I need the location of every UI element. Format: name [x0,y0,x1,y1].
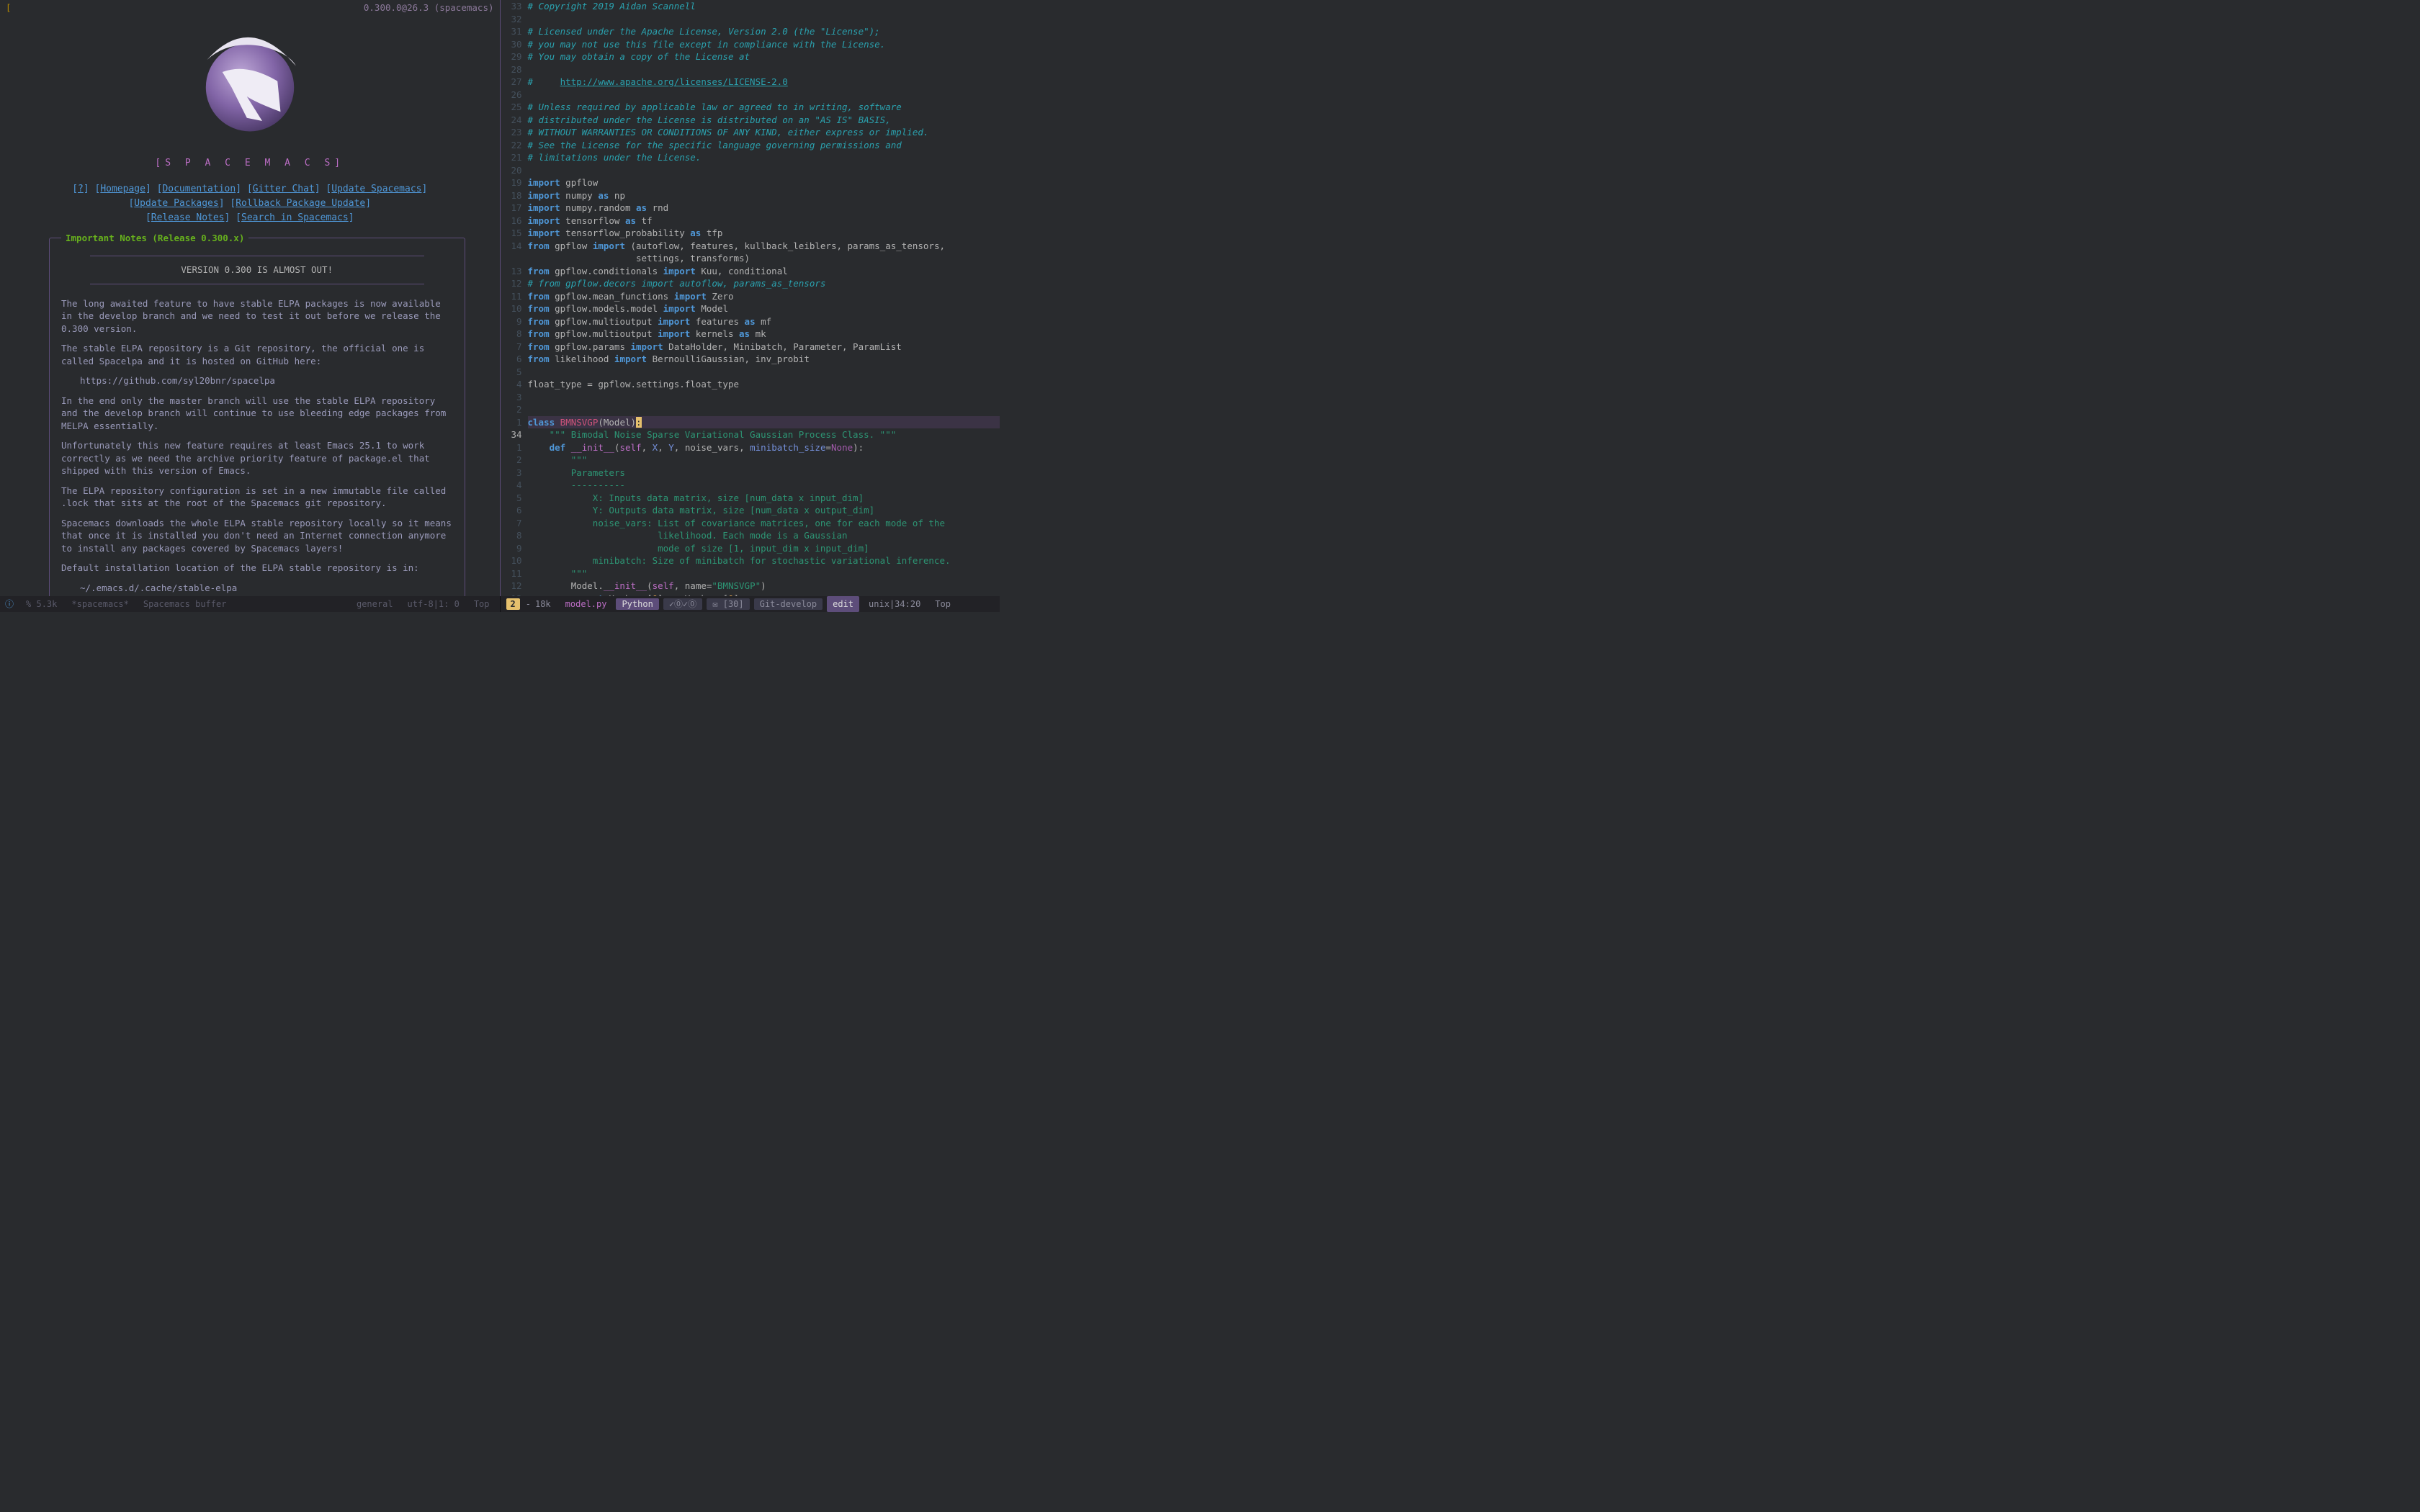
mail-badge[interactable]: ✉ [30] [707,598,749,611]
link-gitter[interactable]: Gitter Chat [253,184,315,194]
file-size: 18k [534,596,558,612]
link-homepage[interactable]: Homepage [100,184,145,194]
notes-p: The long awaited feature to have stable … [61,297,453,336]
link-search[interactable]: Search in Spacemacs [241,212,349,223]
modeline-left[interactable]: ⓘ % 5.3k *spacemacs* Spacemacs buffer ge… [0,596,501,612]
notes-banner: VERSION 0.300 IS ALMOST OUT! [90,256,424,284]
flycheck-status[interactable]: ✓⓪✓⓪ [663,598,702,611]
link-release-notes[interactable]: Release Notes [151,212,225,223]
notes-p: The stable ELPA repository is a Git repo… [61,342,453,367]
notes-p: In the end only the master branch will u… [61,395,453,433]
modified-indicator: % 5.3k [19,596,64,612]
major-mode: Spacemacs buffer [136,596,234,612]
link-documentation[interactable]: Documentation [162,184,236,194]
mail-icon: ✉ [712,599,717,609]
evil-state: edit [827,596,859,612]
code-content[interactable]: # Copyright 2019 Aidan Scannell # Licens… [528,0,1000,596]
major-mode: Python [616,598,658,611]
minor-mode: general [349,596,400,612]
dash-indicator: - [526,598,531,611]
git-branch[interactable]: Git-develop [754,598,823,611]
important-notes-box: Important Notes (Release 0.300.x) VERSIO… [49,238,465,596]
top-bar: [ 0.300.0@26.3 (spacemacs) [0,0,500,16]
line-number-gutter: 3332313029282726252423222120191817161514… [501,0,528,596]
frame-indicator: [ [6,1,12,14]
spacemacs-title: [S P A C E M A C S] [6,157,494,170]
info-icon: ⓘ [3,596,16,612]
encoding: utf-8 | 1: 0 [400,596,467,612]
spacemacs-home-pane: [ 0.300.0@26.3 (spacemacs) [0,0,501,596]
link-rollback[interactable]: Rollback Package Update [236,198,365,209]
buffer-name[interactable]: model.py [558,596,614,612]
links-row-1: [?] [Homepage] [Documentation] [Gitter C… [6,183,494,196]
notes-body: The long awaited feature to have stable … [61,297,453,595]
notes-title: Important Notes (Release 0.300.x) [61,232,248,245]
notes-p: Unfortunately this new feature requires … [61,439,453,477]
scroll-pos: Top [467,596,497,612]
notes-path: ~/.emacs.d/.cache/stable-elpa [80,582,453,595]
notes-p: Spacemacs downloads the whole ELPA stabl… [61,517,453,555]
buffer-name[interactable]: *spacemacs* [64,596,135,612]
encoding-pos: unix | 34:20 [861,596,928,612]
spacemacs-logo [6,23,494,150]
link-help[interactable]: ? [78,184,84,194]
link-update-spacemacs[interactable]: Update Spacemacs [331,184,421,194]
link-update-packages[interactable]: Update Packages [134,198,218,209]
links-row-2: [Update Packages] [Rollback Package Upda… [6,197,494,210]
links-row-3: [Release Notes] [Search in Spacemacs] [6,212,494,225]
version-info: 0.300.0@26.3 (spacemacs) [364,1,494,14]
modeline-row: ⓘ % 5.3k *spacemacs* Spacemacs buffer ge… [0,596,1000,612]
scroll-pos: Top [928,596,958,612]
notes-p: The ELPA repository configuration is set… [61,485,453,510]
spacemacs-logo-icon [189,23,311,145]
warning-count[interactable]: 2 [506,598,520,611]
notes-p: Default installation location of the ELP… [61,562,453,575]
notes-url[interactable]: https://github.com/syl20bnr/spacelpa [80,374,453,387]
code-editor-pane[interactable]: 3332313029282726252423222120191817161514… [501,0,1000,596]
modeline-right[interactable]: 2 - 18k model.py Python ✓⓪✓⓪ ✉ [30] Git-… [501,596,1000,612]
